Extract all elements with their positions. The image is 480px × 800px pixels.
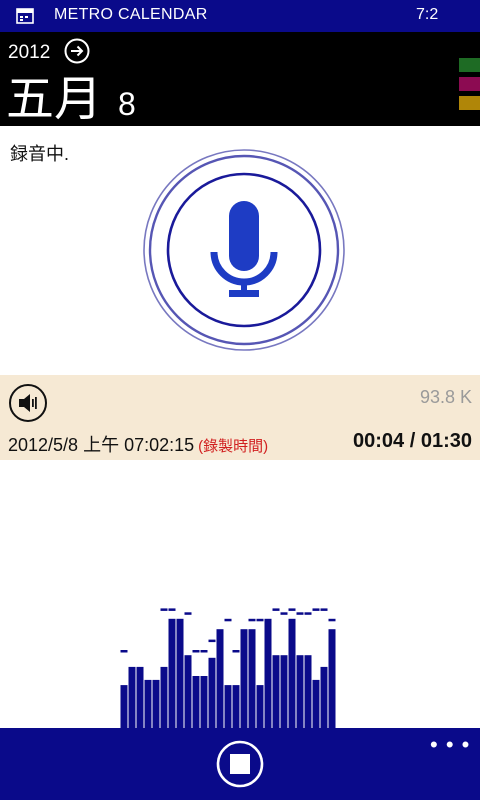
level-peak <box>208 639 216 643</box>
level-peak <box>232 650 240 653</box>
level-bar <box>312 679 320 728</box>
level-peak <box>160 608 168 611</box>
audio-level-meter <box>120 608 336 728</box>
level-bar <box>216 629 224 728</box>
level-peak <box>216 639 224 643</box>
level-bar <box>200 676 208 728</box>
date-header: 2012 五月 8 <box>0 32 480 126</box>
app-title: METRO CALENDAR <box>54 6 208 23</box>
level-bar <box>184 655 192 728</box>
level-bar <box>232 685 240 728</box>
more-options-icon[interactable]: • • • <box>430 732 470 758</box>
level-peak <box>256 618 264 622</box>
year-label: 2012 <box>8 42 51 63</box>
level-peak <box>248 618 256 622</box>
level-peak <box>200 650 208 653</box>
level-peak <box>320 608 328 611</box>
level-bar <box>152 679 160 728</box>
month-label: 五月 <box>6 73 103 126</box>
level-bar <box>320 666 328 728</box>
level-peak <box>296 612 304 615</box>
recording-info-panel: 93.8 K 2012/5/8 上午 07:02:15 (錄製時間) 00:04 … <box>0 375 480 460</box>
speaker-icon[interactable] <box>8 383 48 423</box>
microphone-button[interactable] <box>142 148 346 352</box>
calendar-color-swatch <box>459 58 480 72</box>
recording-datetime: 2012/5/8 上午 07:02:15 (錄製時間) <box>8 431 268 457</box>
level-bar <box>240 629 248 728</box>
level-peak <box>304 612 312 615</box>
level-bar <box>160 666 168 728</box>
level-bar <box>168 618 176 728</box>
stop-button[interactable] <box>216 740 264 788</box>
microphone-icon <box>210 201 278 297</box>
level-bar <box>224 685 232 728</box>
level-peak <box>168 608 176 611</box>
next-arrow-icon[interactable] <box>64 38 90 64</box>
level-bar <box>272 655 280 728</box>
level-peak <box>120 650 128 653</box>
app-bar: • • • <box>0 728 480 800</box>
level-bar <box>256 685 264 728</box>
level-peak <box>240 650 248 653</box>
level-peak <box>184 612 192 615</box>
calendar-color-swatch <box>459 77 480 91</box>
level-bar <box>288 618 296 728</box>
level-peak <box>224 618 232 622</box>
level-bar <box>120 685 128 728</box>
clock: 7:2 <box>416 6 439 23</box>
level-peak <box>312 608 320 611</box>
day-label: 8 <box>118 86 136 122</box>
level-peak <box>264 650 272 653</box>
level-bar <box>296 655 304 728</box>
level-bar <box>128 666 136 728</box>
level-peak <box>328 618 336 622</box>
level-bar <box>248 629 256 728</box>
level-bar <box>192 676 200 728</box>
calendar-color-swatch <box>459 96 480 110</box>
level-bar <box>304 655 312 728</box>
calendar-app-icon <box>16 8 34 24</box>
file-size: 93.8 K <box>419 387 472 407</box>
duration-readout: 00:04 / 01:30 <box>353 430 472 452</box>
level-bar <box>136 666 144 728</box>
level-bar <box>264 618 272 728</box>
status-bar: METRO CALENDAR 7:2 <box>0 0 480 32</box>
level-bar <box>208 657 216 728</box>
level-peak <box>272 608 280 611</box>
level-bar <box>280 655 288 728</box>
level-peak <box>280 612 288 615</box>
level-bar <box>176 618 184 728</box>
stop-icon <box>230 754 250 774</box>
level-bar <box>328 629 336 728</box>
recording-time-note: (錄製時間) <box>198 438 269 455</box>
datetime-value: 2012/5/8 上午 07:02:15 <box>8 435 195 455</box>
level-peak <box>288 608 296 611</box>
level-bar <box>144 679 152 728</box>
level-peak <box>192 650 200 653</box>
recording-status: 録音中. <box>10 144 70 164</box>
